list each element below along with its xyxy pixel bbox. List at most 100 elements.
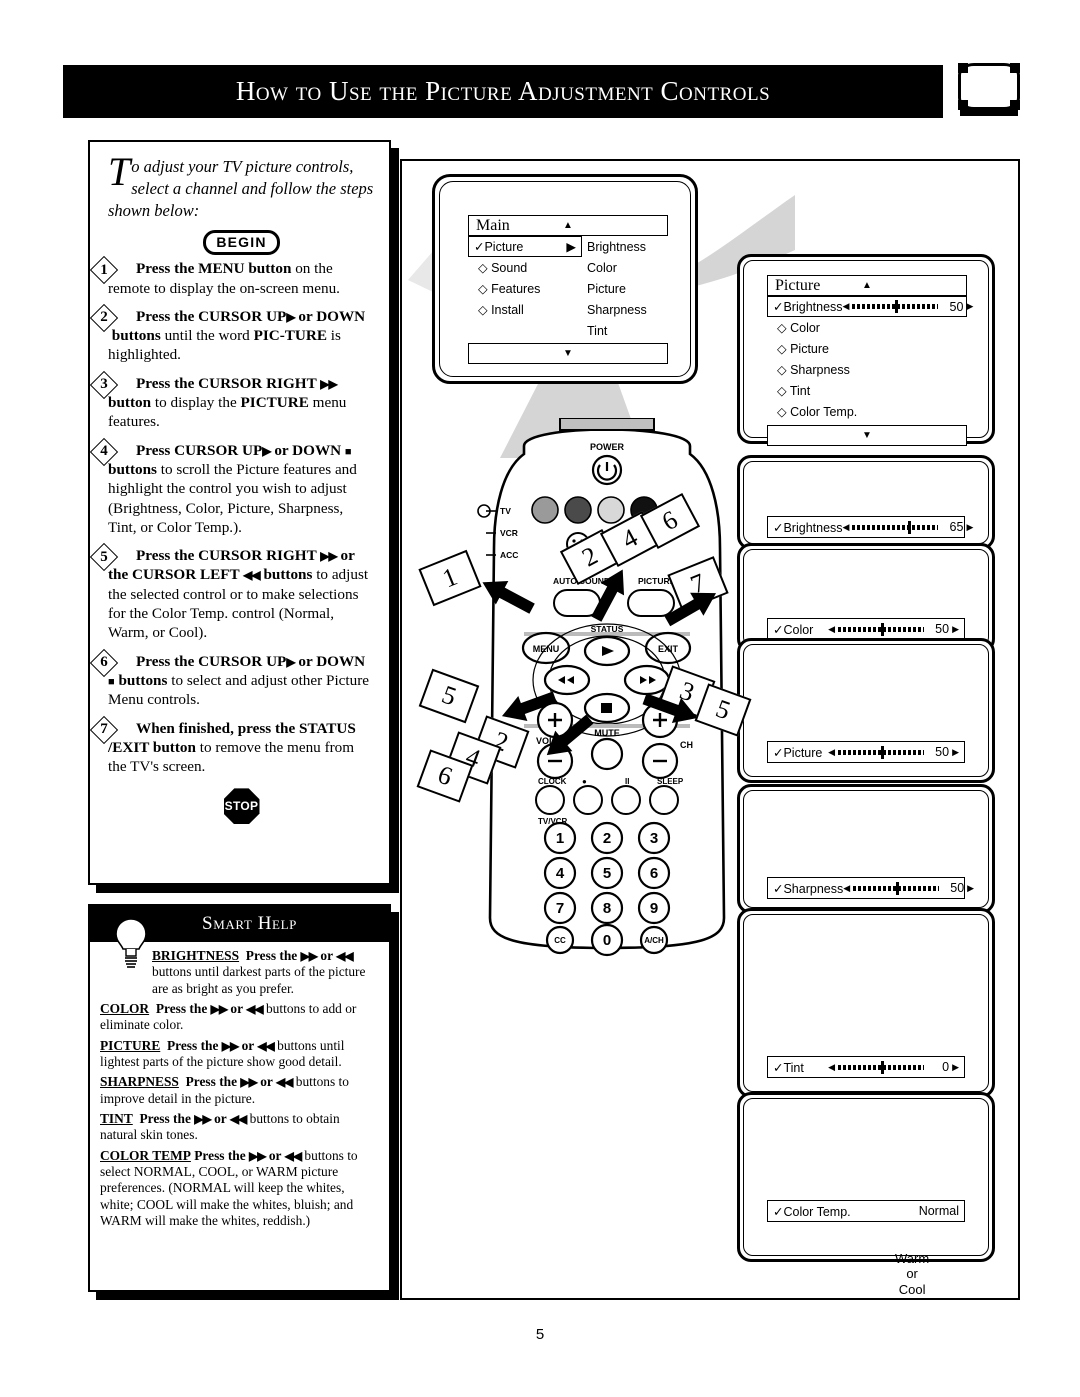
slider-right-arrow-icon[interactable]: ▶ bbox=[966, 522, 973, 533]
scroll-down-caret-icon: ▼ bbox=[563, 348, 573, 359]
scroll-down-caret-icon: ▼ bbox=[862, 430, 872, 441]
control-label: ✓Color bbox=[773, 622, 814, 637]
smart-help-body: BRIGHTNESS Press the ▶▶ or ◀◀ buttons un… bbox=[90, 942, 389, 1230]
control-label: ✓Tint bbox=[773, 1060, 804, 1075]
slider-track[interactable] bbox=[838, 622, 925, 636]
control-row[interactable]: ✓Color ◀ 50 ▶ bbox=[767, 618, 965, 640]
picture-menu-item-picture[interactable]: ◇ Picture bbox=[767, 338, 967, 359]
slider-right-arrow-icon[interactable]: ▶ bbox=[966, 301, 973, 312]
tv-screen-icon bbox=[958, 63, 1020, 116]
picture-menu-item-brightness[interactable]: ✓Brightness ◀ 50 ▶ bbox=[767, 296, 973, 317]
smart-help-entry-color: COLOR Press the ▶▶ or ◀◀ buttons to add … bbox=[100, 1001, 357, 1033]
picture-feature-picture[interactable]: Picture bbox=[587, 278, 687, 299]
scroll-up-caret-icon: ▲ bbox=[563, 220, 573, 231]
slider-value: 50 bbox=[949, 299, 964, 314]
picture-menu-item-color[interactable]: ◇ Color bbox=[767, 317, 967, 338]
slider[interactable]: ◀ 0 ▶ bbox=[828, 1060, 959, 1074]
slider-left-arrow-icon[interactable]: ◀ bbox=[843, 883, 850, 894]
slider-track[interactable] bbox=[852, 520, 939, 534]
menu-item-install[interactable]: ◇ Install bbox=[468, 299, 582, 320]
intro-dropcap: T bbox=[108, 149, 131, 194]
picture-menu-item-sharpness[interactable]: ◇ Sharpness bbox=[767, 359, 967, 380]
svg-text:II: II bbox=[625, 777, 629, 786]
svg-text:●: ● bbox=[582, 777, 587, 786]
slider-thumb bbox=[908, 520, 912, 534]
slider-right-arrow-icon[interactable]: ▶ bbox=[952, 624, 959, 635]
slider-value: 50 bbox=[935, 745, 950, 759]
lightbulb-icon bbox=[108, 910, 154, 968]
step-number-badge: 2 bbox=[89, 303, 122, 333]
step-text: Press the CURSOR RIGHT ▶▶ or the CURSOR … bbox=[108, 547, 369, 642]
picture-menu-item-tint[interactable]: ◇ Tint bbox=[767, 380, 967, 401]
slider-left-arrow-icon[interactable]: ◀ bbox=[828, 747, 835, 758]
page-header-bar: How to Use the Picture Adjustment Contro… bbox=[63, 65, 943, 118]
slider[interactable]: ◀ 50 ▶ bbox=[843, 300, 974, 314]
picture-feature-color[interactable]: Color bbox=[587, 257, 687, 278]
step-3: 3 Press the CURSOR RIGHT ▶▶ button to dis… bbox=[89, 370, 375, 432]
step-text: When finished, press the STATUS /EXIT bu… bbox=[108, 719, 356, 776]
svg-text:VCR: VCR bbox=[500, 528, 518, 538]
slider-thumb bbox=[881, 745, 885, 759]
step-2: 2 Press the CURSOR UP▶ or DOWN buttons un… bbox=[89, 303, 375, 365]
slider[interactable]: ◀ 65 ▶ bbox=[843, 520, 974, 534]
control-panel-color: ✓Color ◀ 50 ▶ bbox=[737, 543, 995, 653]
slider-left-arrow-icon[interactable]: ◀ bbox=[843, 522, 850, 533]
osd-picture-list[interactable]: ✓Brightness ◀ 50 ▶ ◇ Color ◇ Picture ◇ Sharpne… bbox=[767, 296, 973, 422]
slider-right-arrow-icon[interactable]: ▶ bbox=[952, 1062, 959, 1073]
step-4: 4 Press CURSOR UP▶ or DOWN ■ buttons to s… bbox=[89, 437, 375, 537]
slider[interactable]: ◀ 50 ▶ bbox=[843, 881, 974, 895]
svg-text:8: 8 bbox=[603, 900, 611, 917]
control-panel-sharpness: ✓Sharpness ◀ 50 ▶ bbox=[737, 784, 995, 914]
color-temp-option-warm: Warm bbox=[895, 1251, 930, 1266]
svg-text:1: 1 bbox=[556, 830, 564, 847]
picture-feature-tint[interactable]: Tint bbox=[587, 320, 687, 341]
svg-text:CLOCK: CLOCK bbox=[538, 777, 567, 786]
step-6: 6 Press the CURSOR UP▶ or DOWN ■ buttons … bbox=[89, 648, 375, 710]
control-row[interactable]: ✓Color Temp. Normal bbox=[767, 1200, 965, 1222]
control-row[interactable]: ✓Brightness ◀ 65 ▶ bbox=[767, 516, 973, 538]
slider-right-arrow-icon[interactable]: ▶ bbox=[952, 747, 959, 758]
step-number-badge: 6 bbox=[89, 648, 122, 677]
svg-text:2: 2 bbox=[603, 830, 611, 847]
control-label: ✓Brightness bbox=[773, 520, 843, 535]
slider-track[interactable] bbox=[852, 300, 939, 313]
step-number-badge: 5 bbox=[89, 543, 122, 572]
osd-picture-header-label: Picture bbox=[775, 276, 821, 294]
menu-item-features[interactable]: ◇ Features bbox=[468, 278, 582, 299]
picture-menu-panel: Picture ▲ ✓Brightness ◀ 50 ▶ ◇ Color ◇ Pictur… bbox=[737, 254, 995, 446]
svg-text:5: 5 bbox=[603, 865, 611, 882]
slider-right-arrow-icon[interactable]: ▶ bbox=[967, 883, 974, 894]
slider-track[interactable] bbox=[838, 745, 925, 759]
control-row[interactable]: ✓Tint ◀ 0 ▶ bbox=[767, 1056, 965, 1078]
slider-left-arrow-icon[interactable]: ◀ bbox=[843, 301, 850, 312]
slider-track[interactable] bbox=[838, 1060, 925, 1074]
slider-thumb bbox=[895, 300, 899, 313]
color-temp-options-note: Warm or Cool bbox=[895, 1251, 929, 1297]
osd-main-footer: ▼ bbox=[468, 343, 668, 364]
osd-main-left-list[interactable]: ✓Picture ▶ ◇ Sound ◇ Features ◇ Install bbox=[468, 236, 582, 320]
svg-text:A/CH: A/CH bbox=[644, 936, 664, 945]
svg-text:6: 6 bbox=[650, 865, 658, 882]
picture-menu-item-colortemp[interactable]: ◇ Color Temp. bbox=[767, 401, 967, 422]
step-5: 5 Press the CURSOR RIGHT ▶▶ or the CURSOR… bbox=[89, 543, 375, 642]
step-text: Press the MENU button on the remote to d… bbox=[108, 260, 340, 297]
picture-feature-brightness[interactable]: Brightness bbox=[587, 236, 687, 257]
picture-feature-sharpness[interactable]: Sharpness bbox=[587, 299, 687, 320]
slider[interactable]: ◀ 50 ▶ bbox=[828, 622, 959, 636]
menu-item-sound[interactable]: ◇ Sound bbox=[468, 257, 582, 278]
control-panel-colortemp: ✓Color Temp. Normal bbox=[737, 1092, 995, 1262]
slider-track[interactable] bbox=[853, 881, 940, 895]
control-row[interactable]: ✓Sharpness ◀ 50 ▶ bbox=[767, 877, 974, 899]
svg-text:4: 4 bbox=[556, 865, 565, 882]
slider-left-arrow-icon[interactable]: ◀ bbox=[828, 624, 835, 635]
slider[interactable]: ◀ 50 ▶ bbox=[828, 745, 959, 759]
svg-text:POWER: POWER bbox=[590, 442, 625, 452]
menu-item-picture[interactable]: ✓Picture ▶ bbox=[468, 236, 582, 257]
slider-left-arrow-icon[interactable]: ◀ bbox=[828, 1062, 835, 1073]
control-row[interactable]: ✓Picture ◀ 50 ▶ bbox=[767, 741, 965, 763]
smart-help-entry-color-temp: COLOR TEMP Press the ▶▶ or ◀◀ buttons to… bbox=[100, 1147, 358, 1229]
stop-badge: STOP bbox=[223, 788, 260, 825]
step-number-badge: 1 bbox=[89, 256, 122, 285]
control-panel-picture: ✓Picture ◀ 50 ▶ bbox=[737, 638, 995, 783]
slider-value: 50 bbox=[950, 881, 965, 895]
